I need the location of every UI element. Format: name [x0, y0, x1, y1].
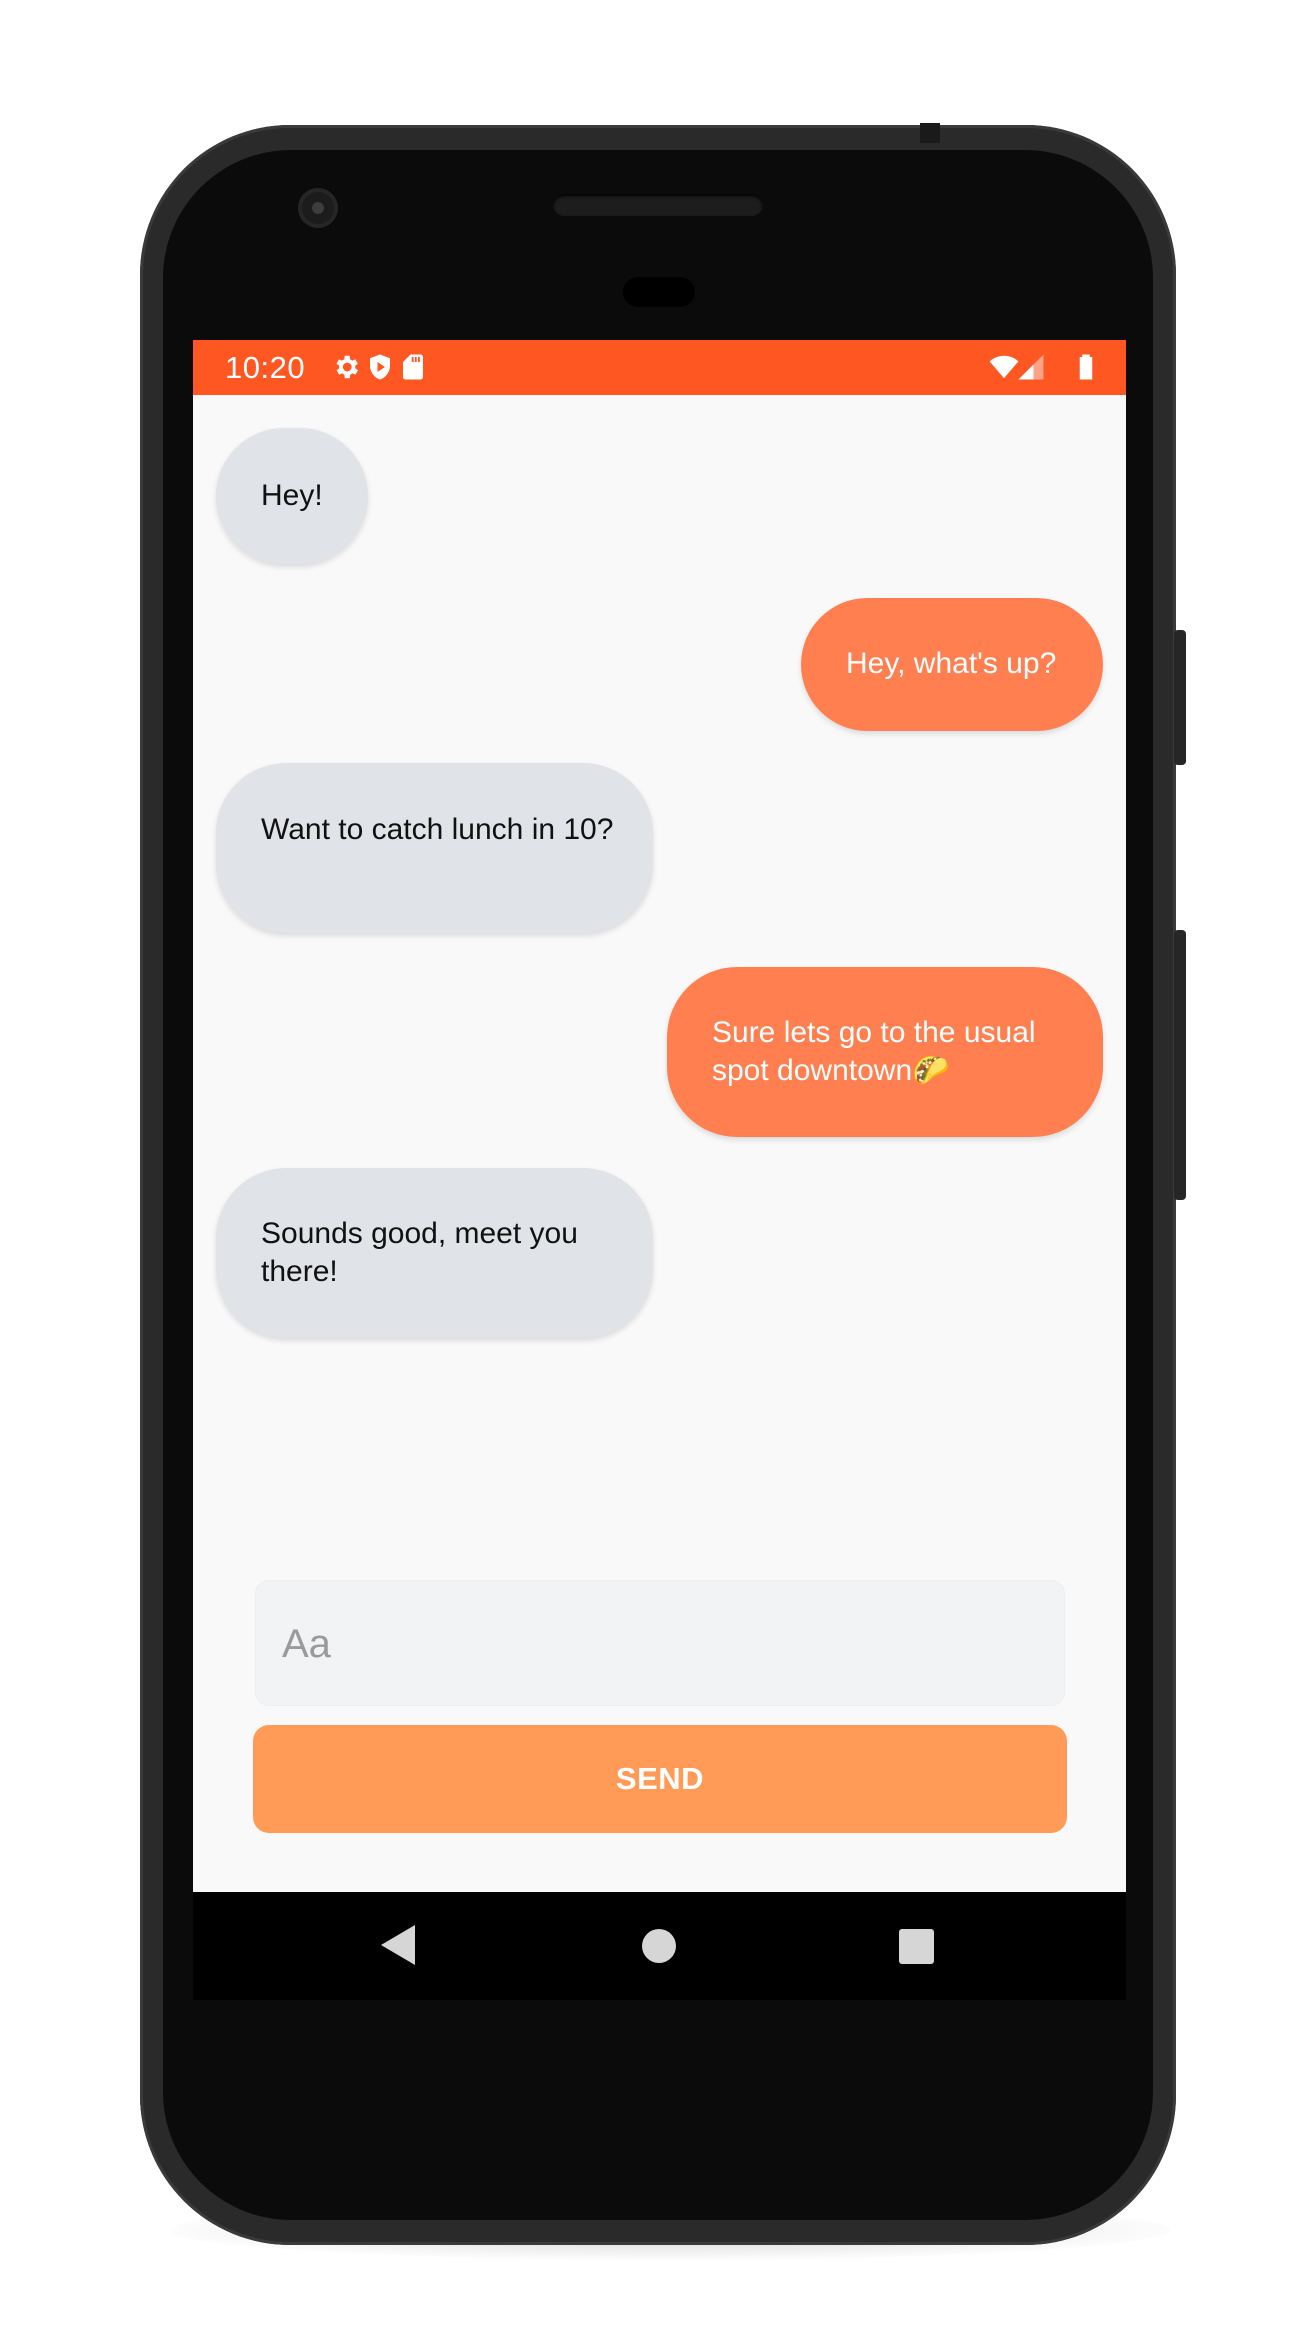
status-bar: 10:20	[193, 340, 1126, 395]
status-time: 10:20	[225, 350, 306, 385]
phone-screen: 10:20 Hey! Hey, what's up? Want to catch…	[193, 340, 1126, 2000]
back-icon[interactable]	[381, 1925, 415, 1965]
navigation-bar	[193, 1892, 1126, 2000]
message-bubble-outgoing: Hey, what's up?	[801, 598, 1103, 731]
settings-icon	[336, 355, 358, 379]
front-camera	[298, 188, 338, 228]
send-button[interactable]: SEND	[253, 1725, 1067, 1833]
message-bubble-incoming: Hey!	[216, 428, 368, 564]
phone-top-button	[920, 123, 940, 143]
volume-button	[1174, 630, 1186, 765]
device-mockup: 10:20 Hey! Hey, what's up? Want to catch…	[0, 0, 1300, 2350]
proximity-sensor	[623, 277, 695, 307]
power-button	[1174, 930, 1186, 1200]
recents-icon[interactable]	[899, 1929, 934, 1964]
message-bubble-incoming: Want to catch lunch in 10?	[216, 763, 653, 933]
message-input[interactable]: Aa	[255, 1580, 1065, 1706]
battery-icon	[1079, 354, 1093, 380]
message-text: Hey, what's up?	[846, 647, 1057, 680]
sd-card-icon	[403, 354, 423, 380]
shield-play-icon	[370, 354, 390, 380]
message-text: Sure lets go to the usual spot downtown🌮	[712, 1016, 1036, 1087]
earpiece-speaker	[553, 194, 763, 216]
message-text: Sounds good, meet you there!	[261, 1217, 578, 1288]
message-text: Hey!	[261, 479, 323, 512]
message-text: Want to catch lunch in 10?	[261, 813, 614, 846]
cell-signal-icon	[1018, 354, 1044, 380]
home-icon[interactable]	[642, 1929, 676, 1963]
message-bubble-incoming: Sounds good, meet you there!	[216, 1168, 653, 1338]
message-bubble-outgoing: Sure lets go to the usual spot downtown🌮	[667, 967, 1103, 1137]
